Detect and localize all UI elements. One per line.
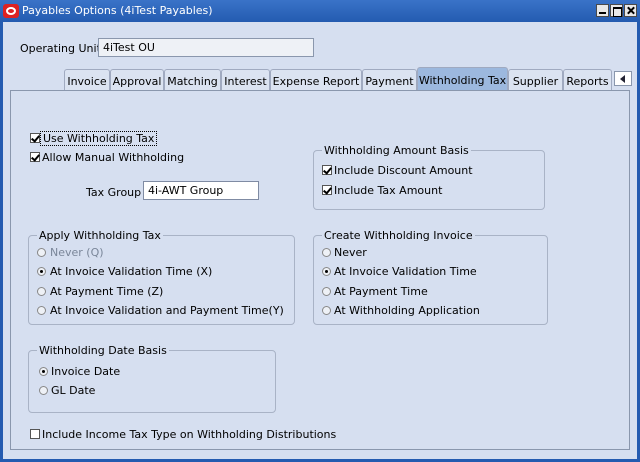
apply-never-label: Never (Q) bbox=[50, 246, 104, 259]
apply-payment-time-label: At Payment Time (Z) bbox=[50, 285, 164, 298]
apply-payment-time-radio[interactable] bbox=[37, 287, 46, 296]
operating-unit-field[interactable]: 4iTest OU bbox=[98, 38, 314, 57]
invoice-date-label: Invoice Date bbox=[51, 365, 121, 378]
include-tax-amount-checkbox[interactable] bbox=[322, 185, 332, 195]
tab-matching[interactable]: Matching bbox=[164, 69, 221, 91]
use-withholding-tax-label: Use Withholding Tax bbox=[40, 131, 158, 146]
include-discount-amount-label: Include Discount Amount bbox=[334, 164, 473, 177]
apply-invoice-validation-and-payment-radio[interactable] bbox=[37, 306, 46, 315]
tab-reports[interactable]: Reports bbox=[563, 69, 612, 91]
gl-date-radio[interactable] bbox=[39, 386, 48, 395]
tab-invoice[interactable]: Invoice bbox=[64, 69, 110, 91]
minimize-icon[interactable] bbox=[596, 4, 609, 17]
withholding-date-basis-group: Withholding Date Basis bbox=[28, 344, 276, 413]
create-invoice-validation-time-label: At Invoice Validation Time bbox=[334, 265, 477, 278]
title-bar: Payables Options (4iTest Payables) bbox=[0, 0, 640, 22]
tab-interest[interactable]: Interest bbox=[221, 69, 270, 91]
invoice-date-radio[interactable] bbox=[39, 367, 48, 376]
apply-invoice-validation-time-radio[interactable] bbox=[37, 267, 46, 276]
apply-invoice-validation-time-label: At Invoice Validation Time (X) bbox=[50, 265, 213, 278]
gl-date-label: GL Date bbox=[51, 384, 96, 397]
tab-supplier[interactable]: Supplier bbox=[508, 69, 563, 91]
create-payment-time-radio[interactable] bbox=[322, 287, 331, 296]
tab-expense-report[interactable]: Expense Report bbox=[270, 69, 362, 91]
oracle-logo-icon bbox=[3, 4, 19, 18]
create-withholding-application-radio[interactable] bbox=[322, 306, 331, 315]
maximize-icon[interactable] bbox=[610, 4, 623, 17]
operating-unit-label: Operating Unit bbox=[20, 42, 101, 55]
close-icon[interactable] bbox=[624, 4, 637, 17]
withholding-amount-basis-group: Withholding Amount Basis bbox=[313, 144, 545, 210]
include-income-tax-type-checkbox[interactable] bbox=[30, 429, 40, 439]
apply-withholding-tax-title: Apply Withholding Tax bbox=[37, 229, 163, 242]
allow-manual-withholding-checkbox[interactable] bbox=[30, 152, 40, 162]
include-tax-amount-label: Include Tax Amount bbox=[334, 184, 443, 197]
create-withholding-application-label: At Withholding Application bbox=[334, 304, 480, 317]
tab-approval[interactable]: Approval bbox=[110, 69, 164, 91]
apply-invoice-validation-and-payment-label: At Invoice Validation and Payment Time(Y… bbox=[50, 304, 284, 317]
create-never-radio[interactable] bbox=[322, 248, 331, 257]
include-discount-amount-checkbox[interactable] bbox=[322, 165, 332, 175]
apply-never-radio[interactable] bbox=[37, 248, 46, 257]
withholding-amount-basis-title: Withholding Amount Basis bbox=[322, 144, 471, 157]
tax-group-field[interactable]: 4i-AWT Group bbox=[143, 181, 259, 200]
tax-group-label: Tax Group bbox=[86, 186, 142, 199]
create-withholding-invoice-title: Create Withholding Invoice bbox=[322, 229, 475, 242]
withholding-date-basis-title: Withholding Date Basis bbox=[37, 344, 169, 357]
allow-manual-withholding-label: Allow Manual Withholding bbox=[42, 151, 185, 164]
tab-withholding-tax[interactable]: Withholding Tax bbox=[417, 67, 508, 91]
include-income-tax-type-label: Include Income Tax Type on Withholding D… bbox=[42, 428, 337, 441]
tab-payment[interactable]: Payment bbox=[362, 69, 417, 91]
create-never-label: Never bbox=[334, 246, 367, 259]
window-title: Payables Options (4iTest Payables) bbox=[22, 4, 213, 17]
create-payment-time-label: At Payment Time bbox=[334, 285, 428, 298]
use-withholding-tax-checkbox[interactable] bbox=[30, 133, 40, 143]
tab-scroll-left-icon[interactable] bbox=[614, 71, 632, 86]
create-invoice-validation-time-radio[interactable] bbox=[322, 267, 331, 276]
